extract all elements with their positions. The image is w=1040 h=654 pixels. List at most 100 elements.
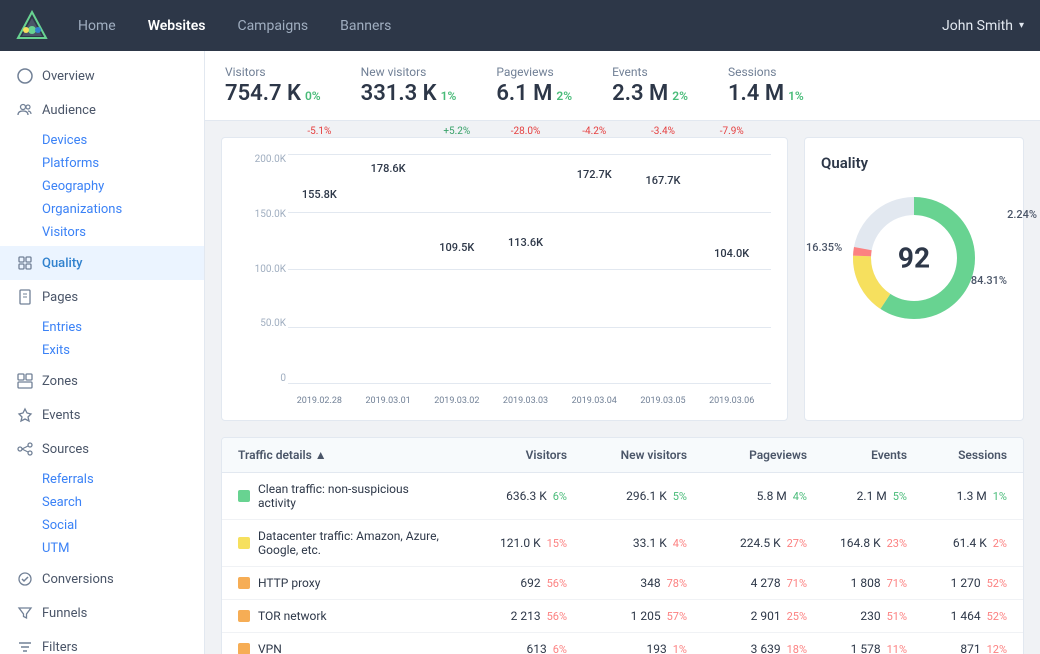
bar-change-4: -4.2% [582, 126, 606, 137]
sidebar-item-platforms[interactable]: Platforms [42, 152, 204, 175]
bar-group-6[interactable]: -7.9%104.0K2019.03.06 [700, 154, 763, 384]
table-row[interactable]: Datacenter traffic: Amazon, Azure, Googl… [222, 520, 1023, 567]
sidebar-label-audience: Audience [42, 103, 96, 118]
sidebar-item-referrals[interactable]: Referrals [42, 468, 204, 491]
bar-xlabel-2: 2019.03.02 [434, 396, 479, 406]
bar-group-2[interactable]: +5.2%109.5K2019.03.02 [425, 154, 488, 384]
table-row[interactable]: Clean traffic: non-suspicious activity 6… [222, 473, 1023, 520]
sidebar-item-devices[interactable]: Devices [42, 129, 204, 152]
sidebar-group-sources[interactable]: Sources [0, 432, 204, 466]
bar-value-4: 172.7K [577, 168, 612, 181]
bar-xlabel-5: 2019.03.05 [640, 396, 685, 406]
quality-icon [16, 254, 34, 272]
nav-campaigns[interactable]: Campaigns [223, 10, 322, 42]
bar-xlabel-1: 2019.03.01 [365, 396, 410, 406]
sidebar-item-overview[interactable]: Overview [0, 59, 204, 93]
stat-pageviews-label: Pageviews [496, 65, 572, 79]
stat-sessions-value: 1.4 M [728, 81, 784, 106]
bar-value-3: 113.6K [508, 236, 543, 249]
bar-value-0: 155.8K [302, 188, 337, 201]
chevron-down-icon: ▾ [1019, 20, 1024, 31]
sidebar-item-quality[interactable]: Quality [0, 246, 204, 280]
stat-events-change: 2% [672, 89, 688, 103]
bar-group-1[interactable]: 178.6K2019.03.01 [357, 154, 420, 384]
pages-icon [16, 288, 34, 306]
stat-sessions-change: 1% [788, 89, 804, 103]
conversions-icon [16, 570, 34, 588]
row-new-visitors-3: 1 205 57% [567, 609, 687, 623]
sidebar-item-entries[interactable]: Entries [42, 316, 204, 339]
table-section: Traffic details ▲ Visitors New visitors … [205, 437, 1040, 654]
bar-group-0[interactable]: -5.1%155.8K2019.02.28 [288, 154, 351, 384]
sidebar-group-pages[interactable]: Pages [0, 280, 204, 314]
sidebar-item-geography[interactable]: Geography [42, 175, 204, 198]
pages-sub: Entries Exits [0, 314, 204, 364]
bar-group-3[interactable]: -28.0%113.6K2019.03.03 [494, 154, 557, 384]
bar-group-4[interactable]: -4.2%172.7K2019.03.04 [563, 154, 626, 384]
user-menu[interactable]: John Smith ▾ [942, 18, 1024, 34]
quality-pct-green: 84.31% [971, 274, 1007, 287]
main-layout: Overview Audience Devices Platforms Geog… [0, 51, 1040, 654]
nav-home[interactable]: Home [64, 10, 130, 42]
row-sessions-4: 871 12% [907, 642, 1007, 654]
sidebar-item-conversions[interactable]: Conversions [0, 562, 204, 596]
sidebar-item-search[interactable]: Search [42, 491, 204, 514]
table-row[interactable]: HTTP proxy 692 56% 348 78% 4 278 71% 1 8… [222, 567, 1023, 600]
row-color-4 [238, 643, 250, 654]
table-body: Clean traffic: non-suspicious activity 6… [222, 473, 1023, 654]
nav-links: Home Websites Campaigns Banners [64, 10, 942, 42]
nav-banners[interactable]: Banners [326, 10, 405, 42]
row-color-2 [238, 577, 250, 589]
sidebar-label-zones: Zones [42, 374, 78, 389]
sidebar-item-filters[interactable]: Filters [0, 630, 204, 654]
sources-sub: Referrals Search Social UTM [0, 466, 204, 562]
row-sessions-2: 1 270 52% [907, 576, 1007, 590]
bar-group-5[interactable]: -3.4%167.7K2019.03.05 [632, 154, 695, 384]
row-color-1 [238, 537, 250, 549]
stat-visitors: Visitors 754.7 K 0% [225, 65, 321, 106]
stat-visitors-label: Visitors [225, 65, 321, 79]
stat-pageviews: Pageviews 6.1 M 2% [496, 65, 572, 106]
th-visitors: Visitors [447, 448, 567, 462]
top-nav: Home Websites Campaigns Banners John Smi… [0, 0, 1040, 51]
row-sessions-3: 1 464 52% [907, 609, 1007, 623]
sidebar-item-events[interactable]: Events [0, 398, 204, 432]
sidebar-item-utm[interactable]: UTM [42, 537, 204, 560]
sidebar-item-social[interactable]: Social [42, 514, 204, 537]
audience-sub: Devices Platforms Geography Organization… [0, 127, 204, 246]
row-visitors-3: 2 213 56% [447, 609, 567, 623]
nav-websites[interactable]: Websites [134, 10, 220, 42]
quality-pct-yellow: 16.35% [806, 241, 842, 254]
row-pageviews-0: 5.8 M 4% [687, 489, 807, 503]
sidebar-item-exits[interactable]: Exits [42, 339, 204, 362]
overview-icon [16, 67, 34, 85]
sidebar-item-visitors[interactable]: Visitors [42, 221, 204, 244]
table-row[interactable]: VPN 613 6% 193 1% 3 639 18% 1 578 11% 87… [222, 633, 1023, 654]
row-label-3: TOR network [238, 609, 447, 623]
stat-pageviews-change: 2% [556, 89, 572, 103]
sidebar-item-organizations[interactable]: Organizations [42, 198, 204, 221]
chart-section: 200.0K 150.0K 100.0K 50.0K 0 -5.1%155.8K… [205, 121, 1040, 437]
sidebar: Overview Audience Devices Platforms Geog… [0, 51, 205, 654]
row-pageviews-2: 4 278 71% [687, 576, 807, 590]
events-icon [16, 406, 34, 424]
sidebar-item-zones[interactable]: Zones [0, 364, 204, 398]
table-row[interactable]: TOR network 2 213 56% 1 205 57% 2 901 25… [222, 600, 1023, 633]
audience-icon [16, 101, 34, 119]
row-color-0 [238, 490, 250, 502]
th-traffic: Traffic details ▲ [238, 448, 447, 462]
row-visitors-2: 692 56% [447, 576, 567, 590]
quality-title: Quality [821, 154, 1007, 172]
row-visitors-0: 636.3 K 6% [447, 489, 567, 503]
row-visitors-4: 613 6% [447, 642, 567, 654]
th-new-visitors: New visitors [567, 448, 687, 462]
row-label-0: Clean traffic: non-suspicious activity [238, 482, 447, 510]
row-sessions-0: 1.3 M 1% [907, 489, 1007, 503]
row-events-4: 1 578 11% [807, 642, 907, 654]
sidebar-label-filters: Filters [42, 640, 78, 654]
sidebar-item-funnels[interactable]: Funnels [0, 596, 204, 630]
stat-new-visitors-value: 331.3 K [361, 81, 437, 106]
row-pageviews-4: 3 639 18% [687, 642, 807, 654]
row-visitors-1: 121.0 K 15% [447, 536, 567, 550]
sidebar-group-audience[interactable]: Audience [0, 93, 204, 127]
